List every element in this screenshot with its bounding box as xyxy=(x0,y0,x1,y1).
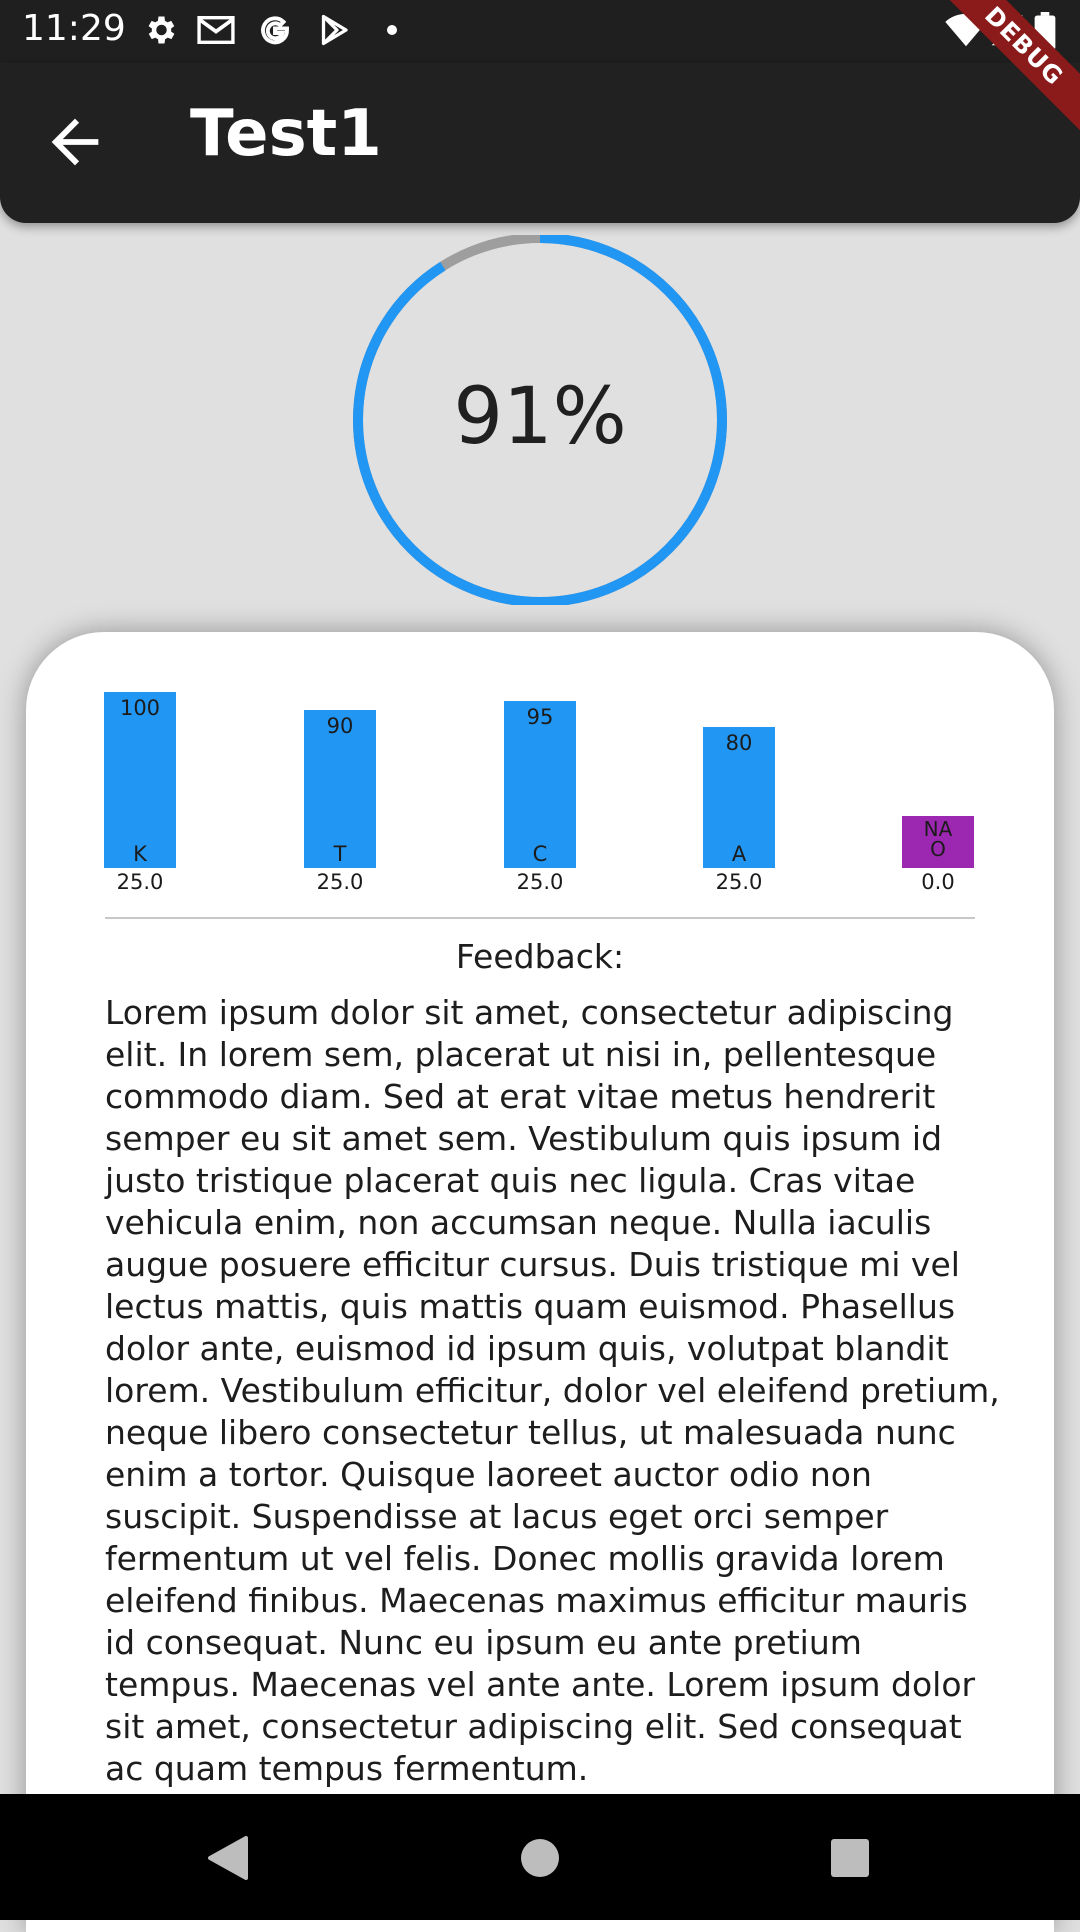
score-percent: 91% xyxy=(453,372,627,462)
bar-value-label: 95 xyxy=(526,705,554,729)
bar-weight-label: 25.0 xyxy=(516,870,564,894)
bar-weight-label: 25.0 xyxy=(715,870,763,894)
bar-value-label: 90 xyxy=(326,714,354,738)
bar-category-label: T xyxy=(333,842,347,866)
home-circle-icon[interactable] xyxy=(520,1838,560,1878)
page-title: Test1 xyxy=(190,97,382,171)
bar-value-label: 100 xyxy=(119,696,161,720)
bar-weight-label: 0.0 xyxy=(921,870,955,894)
feedback-text: Lorem ipsum dolor sit amet, consectetur … xyxy=(105,993,1000,1788)
category-bar-chart: 100 K 25.0 90 T 25.0 95 C 25.0 80 A 25.0 NA O 0.0 xyxy=(26,632,1054,902)
app-bar: Test1 xyxy=(0,63,1080,223)
bar-category-label: A xyxy=(731,842,747,866)
arrow-back-icon xyxy=(51,118,99,166)
bar-value-label: 80 xyxy=(725,731,753,755)
bar-category-label: C xyxy=(532,842,548,866)
bar-t: 90 T xyxy=(304,710,376,868)
status-time: 11:29 xyxy=(22,8,126,49)
gear-icon xyxy=(148,16,175,44)
bar-category-label: K xyxy=(133,842,147,866)
back-button[interactable] xyxy=(40,107,110,177)
na-label-line: NA xyxy=(923,817,953,841)
play-store-icon xyxy=(321,14,348,46)
divider xyxy=(105,917,975,919)
status-bar: 11:29 xyxy=(0,0,1080,63)
bar-nao-na: NA O xyxy=(902,816,974,868)
bar-weight-label: 25.0 xyxy=(316,870,364,894)
bar-weight-label: 25.0 xyxy=(116,870,164,894)
recents-square-icon[interactable] xyxy=(830,1838,870,1878)
dot-icon xyxy=(387,25,397,35)
system-nav-bar xyxy=(0,1794,1080,1920)
gmail-icon xyxy=(197,16,235,44)
google-icon xyxy=(261,16,289,45)
back-triangle-icon[interactable] xyxy=(204,1834,250,1882)
na-label-line: O xyxy=(930,837,946,861)
feedback-label: Feedback: xyxy=(455,937,625,976)
bar-a: 80 A xyxy=(703,727,775,868)
results-card: 100 K 25.0 90 T 25.0 95 C 25.0 80 A 25.0 NA O 0.0 Feed… xyxy=(26,632,1054,1932)
bar-k: 100 K xyxy=(104,692,176,868)
bar-c: 95 C xyxy=(504,701,576,868)
